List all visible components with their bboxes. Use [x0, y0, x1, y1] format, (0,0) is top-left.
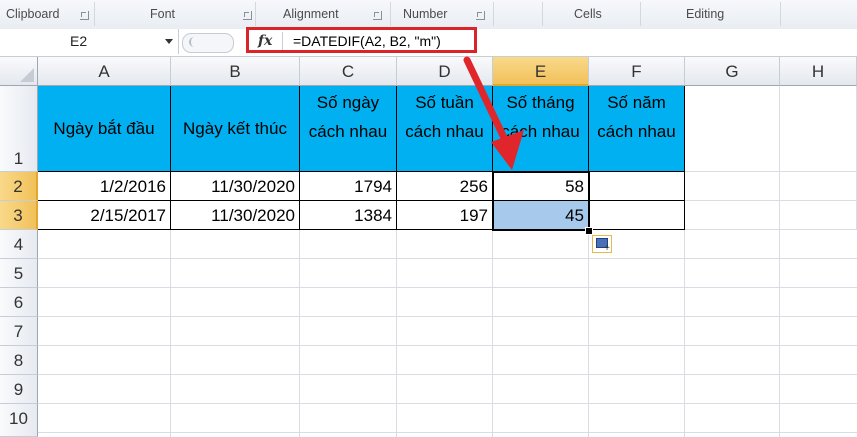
ribbon-group-label: Font — [150, 7, 176, 21]
cell-c3[interactable]: 1384 — [300, 201, 397, 230]
cell-text: Số năm cách nhau — [597, 93, 676, 141]
name-box[interactable]: E2 — [0, 29, 179, 54]
cell-f3[interactable] — [589, 201, 685, 230]
cell-c2[interactable]: 1794 — [300, 172, 397, 201]
ribbon-group-alignment: Alignment — [283, 0, 383, 29]
cell-a3[interactable]: 2/15/2017 — [38, 201, 171, 230]
cell-b1[interactable]: Ngày kết thúc — [171, 86, 300, 172]
ribbon-group-bar: Clipboard Font Alignment Number Cells Ed… — [0, 0, 857, 30]
cell-b2[interactable]: 11/30/2020 — [171, 172, 300, 201]
cell-a1[interactable]: Ngày bắt đầu — [38, 86, 171, 172]
cell-g2[interactable] — [685, 172, 780, 201]
formula-bar: E2 fx =DATEDIF(A2, B2, "m") — [0, 29, 857, 57]
ribbon-group-label: Cells — [574, 7, 602, 21]
ribbon-group-label: Alignment — [283, 7, 339, 21]
formula-bar-resize-handle[interactable] — [182, 33, 234, 53]
column-header-c[interactable]: C — [300, 57, 397, 86]
cell-text: Ngày bắt đầu — [53, 119, 155, 138]
cell-d3[interactable]: 197 — [397, 201, 493, 230]
formula-input[interactable]: =DATEDIF(A2, B2, "m") — [293, 33, 441, 49]
row-header-9[interactable]: 9 — [0, 375, 38, 404]
column-header-f[interactable]: F — [589, 57, 685, 86]
auto-fill-options-button[interactable]: + — [592, 235, 612, 254]
cell-h1[interactable] — [780, 86, 857, 172]
cell-c1[interactable]: Số ngày cách nhau — [300, 86, 397, 172]
ribbon-group-editing: Editing — [686, 0, 746, 29]
row-header-6[interactable]: 6 — [0, 288, 38, 317]
column-header-e[interactable]: E — [493, 57, 589, 86]
ribbon-group-number: Number — [403, 0, 493, 29]
empty-cells-area[interactable] — [38, 230, 857, 437]
cell-b3[interactable]: 11/30/2020 — [171, 201, 300, 230]
fill-handle[interactable] — [585, 227, 593, 235]
cell-e3[interactable]: 45 — [493, 201, 589, 230]
cell-h3[interactable] — [780, 201, 857, 230]
cell-e2[interactable]: 58 — [493, 172, 589, 201]
cell-f1[interactable]: Số năm cách nhau — [589, 86, 685, 172]
row-header-10[interactable]: 10 — [0, 404, 38, 437]
name-box-value[interactable]: E2 — [70, 33, 87, 49]
column-header-h[interactable]: H — [780, 57, 857, 86]
dialog-launcher-icon[interactable] — [243, 11, 252, 20]
dialog-launcher-icon[interactable] — [80, 11, 89, 20]
cell-text: Ngày kết thúc — [183, 119, 287, 138]
spreadsheet-grid: A B C D E F G H 1 2 3 4 5 6 7 8 9 10 Ngà… — [0, 57, 857, 437]
cell-text: Số tuần cách nhau — [405, 93, 484, 141]
dialog-launcher-icon[interactable] — [476, 11, 485, 20]
cell-text: Số ngày cách nhau — [308, 93, 388, 141]
row-header-3[interactable]: 3 — [0, 201, 38, 230]
cell-f2[interactable] — [589, 172, 685, 201]
row-header-4[interactable]: 4 — [0, 230, 38, 259]
cell-d2[interactable]: 256 — [397, 172, 493, 201]
column-header-b[interactable]: B — [171, 57, 300, 86]
cell-g3[interactable] — [685, 201, 780, 230]
cell-text: Số tháng cách nhau — [501, 93, 580, 141]
column-header-d[interactable]: D — [397, 57, 493, 86]
column-header-a[interactable]: A — [38, 57, 171, 86]
chevron-down-icon[interactable] — [165, 39, 173, 44]
row-header-5[interactable]: 5 — [0, 259, 38, 288]
row-header-1[interactable]: 1 — [0, 86, 38, 172]
ribbon-group-clipboard: Clipboard — [6, 0, 90, 29]
ribbon-group-label: Editing — [686, 7, 725, 21]
cell-g1[interactable] — [685, 86, 780, 172]
ribbon-group-label: Clipboard — [6, 7, 60, 21]
cell-a2[interactable]: 1/2/2016 — [38, 172, 171, 201]
insert-function-icon[interactable]: fx — [258, 33, 272, 49]
row-header-2[interactable]: 2 — [0, 172, 38, 201]
ribbon-group-cells: Cells — [574, 0, 634, 29]
cell-d1[interactable]: Số tuần cách nhau — [397, 86, 493, 172]
row-header-7[interactable]: 7 — [0, 317, 38, 346]
cell-h2[interactable] — [780, 172, 857, 201]
column-header-g[interactable]: G — [685, 57, 780, 86]
plus-icon: + — [604, 243, 610, 254]
ribbon-group-label: Number — [403, 7, 448, 21]
dialog-launcher-icon[interactable] — [373, 11, 382, 20]
select-all-button[interactable] — [0, 57, 38, 86]
row-header-8[interactable]: 8 — [0, 346, 38, 375]
ribbon-group-font: Font — [150, 0, 252, 29]
cell-e1[interactable]: Số tháng cách nhau — [493, 86, 589, 172]
